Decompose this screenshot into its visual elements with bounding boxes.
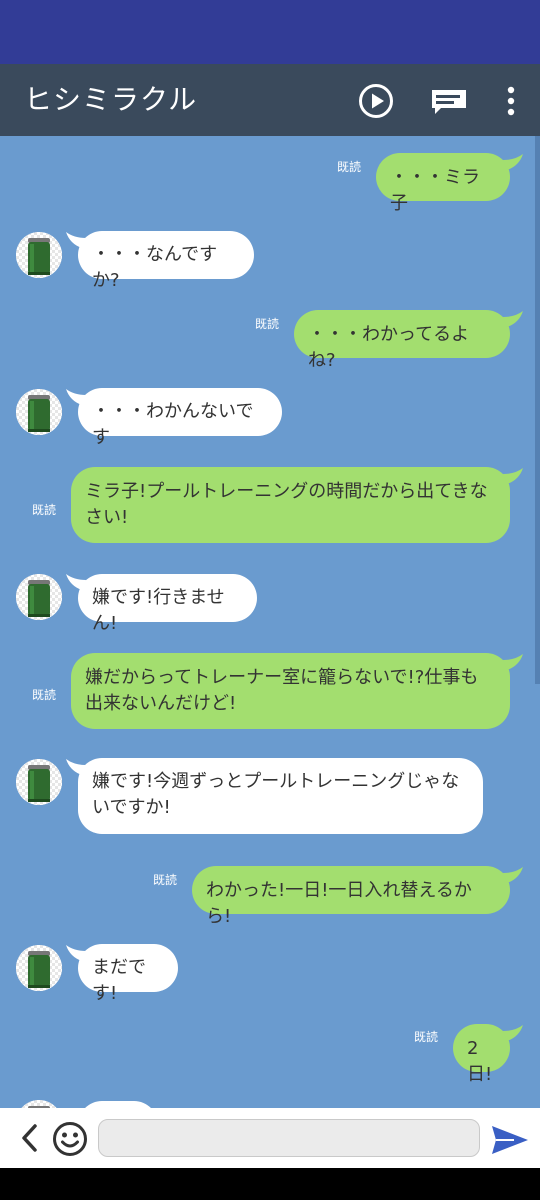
read-receipt: 既読 xyxy=(255,317,280,331)
my-message[interactable]: 嫌だからってトレーナー室に籠らないで!?仕事も出来ないんだけど! xyxy=(71,653,510,729)
my-message[interactable]: ミラ子!プールトレーニングの時間だから出てきなさい! xyxy=(71,467,510,543)
read-receipt: 既読 xyxy=(153,873,178,887)
read-receipt: 既読 xyxy=(32,503,57,517)
bubble-tail xyxy=(503,311,523,327)
character-avatar-icon xyxy=(16,945,62,991)
message-input-bar xyxy=(0,1108,540,1168)
chat-area[interactable]: 既読 ・・・ミラ子 ・・・なんですか? 既読 ・・・わかってるよね? ・・・わか… xyxy=(0,136,540,1108)
read-receipt: 既読 xyxy=(414,1030,439,1044)
bubble-tail xyxy=(503,1025,523,1041)
chat-title: ヒシミラクル xyxy=(24,83,198,116)
play-circle-icon[interactable] xyxy=(358,83,394,119)
chevron-left-icon[interactable] xyxy=(18,1123,40,1153)
avatar[interactable] xyxy=(16,945,62,991)
avatar[interactable] xyxy=(16,759,62,805)
my-message[interactable]: 2日! xyxy=(453,1024,510,1085)
read-receipt: 既読 xyxy=(32,688,57,702)
bubble-tail xyxy=(503,654,523,670)
system-nav-bar xyxy=(0,1168,540,1200)
avatar[interactable] xyxy=(16,232,62,278)
my-message[interactable]: わかった!一日!一日入れ替えるから! xyxy=(192,866,510,927)
chat-bubble-icon[interactable] xyxy=(431,89,467,115)
message-input[interactable] xyxy=(98,1119,480,1157)
character-avatar-icon xyxy=(16,1100,62,1108)
read-receipt: 既読 xyxy=(337,160,362,174)
their-message[interactable]: 嫌です!今週ずっとプールトレーニングじゃないですか! xyxy=(78,758,483,834)
bubble-tail xyxy=(503,468,523,484)
avatar[interactable] xyxy=(16,389,62,435)
their-message[interactable]: 嫌です!行きません! xyxy=(78,574,257,634)
avatar[interactable] xyxy=(16,1100,62,1108)
avatar[interactable] xyxy=(16,574,62,620)
send-icon[interactable] xyxy=(490,1124,530,1156)
character-avatar-icon xyxy=(16,232,62,278)
smiley-icon[interactable] xyxy=(52,1121,88,1157)
their-message-partial[interactable] xyxy=(78,1101,158,1108)
character-avatar-icon xyxy=(16,389,62,435)
their-message[interactable]: まだです! xyxy=(78,944,178,1004)
more-vert-icon[interactable] xyxy=(500,84,522,118)
their-message[interactable]: ・・・わかんないです xyxy=(78,388,282,448)
scrollbar[interactable] xyxy=(535,136,540,684)
status-bar xyxy=(0,0,540,64)
bubble-tail xyxy=(503,154,523,170)
their-message[interactable]: ・・・なんですか? xyxy=(78,231,254,291)
character-avatar-icon xyxy=(16,574,62,620)
bubble-tail xyxy=(503,867,523,883)
my-message[interactable]: ・・・ミラ子 xyxy=(376,153,510,214)
character-avatar-icon xyxy=(16,759,62,805)
my-message[interactable]: ・・・わかってるよね? xyxy=(294,310,510,371)
